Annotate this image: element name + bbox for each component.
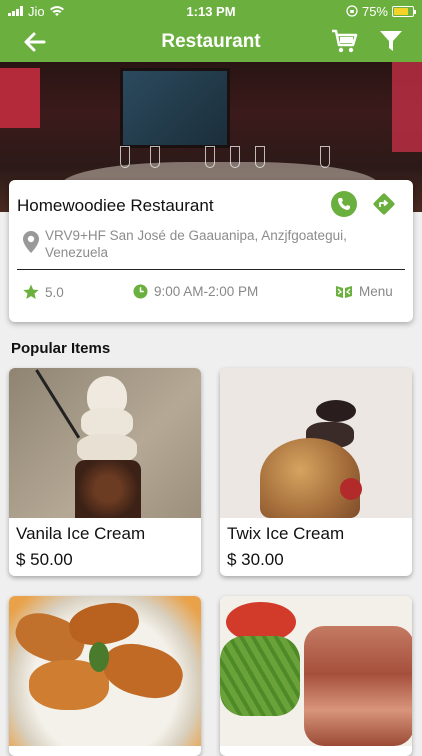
item-image-chicken-wings [9,596,201,746]
item-name: Twix Ice Cream [227,524,345,543]
restaurant-address: VRV9+HF San José de Gaauanipa, Anzjfgoat… [45,228,347,260]
location-pin-icon [23,231,39,253]
section-heading: Popular Items [11,340,111,357]
restaurant-name: Homewoodiee Restaurant [17,196,214,215]
phone-icon [338,198,350,210]
battery-percent: 75% [361,3,388,19]
carrier-label: Jio [28,3,45,19]
directions-icon[interactable] [371,191,397,217]
popular-item-card[interactable]: Vanila Ice Cream $ 50.00 [9,368,201,576]
menu-link[interactable]: Menu [335,284,393,299]
orientation-lock-icon [346,5,358,17]
rating-value: 5.0 [45,284,64,300]
cart-icon[interactable] [330,27,358,55]
item-name: Vanila Ice Cream [16,524,146,543]
popular-item-card[interactable] [220,596,412,756]
menu-label: Menu [359,284,393,299]
item-image-steak [220,596,412,746]
menu-book-icon [336,285,352,298]
arrow-left-icon[interactable] [22,29,48,55]
popular-item-card[interactable] [9,596,201,756]
item-image-twix-ice-cream [220,368,412,518]
filter-icon[interactable] [378,28,404,54]
item-image-vanilla-ice-cream [9,368,201,518]
star-icon [23,284,39,299]
divider [17,269,405,270]
item-price: $ 50.00 [16,550,73,569]
item-price: $ 30.00 [227,550,284,569]
page-title: Restaurant [161,31,261,52]
opening-hours: 9:00 AM-2:00 PM [133,284,258,299]
signal-icon [8,6,23,16]
status-bar: Jio 1:13 PM 75% [0,0,422,22]
battery-icon [392,5,416,17]
call-button[interactable] [331,191,357,217]
app-bar: Restaurant [0,22,422,62]
status-time: 1:13 PM [186,3,236,19]
hours-value: 9:00 AM-2:00 PM [154,284,259,299]
restaurant-info-card: Homewoodiee Restaurant VRV9+HF San José … [9,180,413,322]
rating: 5.0 [23,284,64,300]
popular-item-card[interactable]: Twix Ice Cream $ 30.00 [220,368,412,576]
clock-icon [133,284,148,299]
wifi-icon [49,5,64,16]
